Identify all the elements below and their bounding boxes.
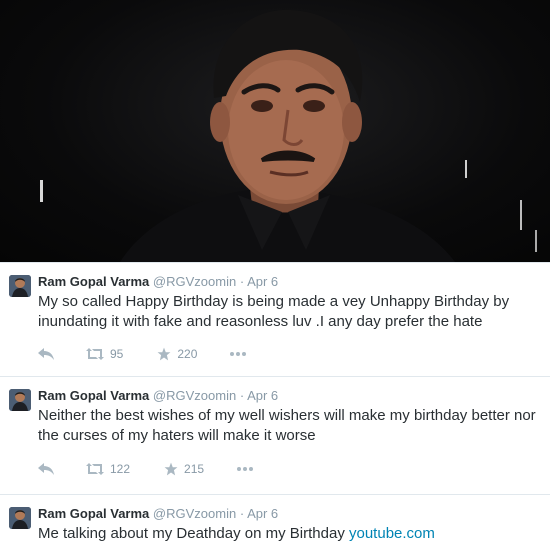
- favorite-button[interactable]: 215: [164, 462, 204, 476]
- author-handle[interactable]: @RGVzoomin: [153, 506, 236, 521]
- separator: ·: [239, 274, 245, 289]
- separator: ·: [239, 388, 245, 403]
- retweet-button[interactable]: 122: [86, 462, 130, 476]
- header-photo: [0, 0, 550, 262]
- tweet-2[interactable]: Ram Gopal Varma @RGVzoomin · Apr 6 Neith…: [0, 376, 550, 492]
- tweet-date[interactable]: Apr 6: [247, 388, 278, 403]
- youtube-link[interactable]: youtube.com: [349, 525, 435, 542]
- star-icon: [164, 462, 178, 476]
- favorite-count: 220: [177, 347, 198, 361]
- favorite-button[interactable]: 220: [157, 347, 197, 361]
- portrait-illustration: [40, 9, 537, 262]
- favorite-count: 215: [184, 462, 205, 476]
- tweet-header: Ram Gopal Varma @RGVzoomin · Apr 6: [38, 506, 278, 521]
- tweet-1[interactable]: Ram Gopal Varma @RGVzoomin · Apr 6 My so…: [0, 262, 550, 374]
- tweet-header: Ram Gopal Varma @RGVzoomin · Apr 6: [38, 274, 278, 289]
- tweet-text: Neither the best wishes of my well wishe…: [38, 407, 536, 444]
- avatar[interactable]: [9, 275, 31, 297]
- tweet-text: Me talking about my Deathday on my Birth…: [38, 525, 345, 542]
- tweet-actions: 122 215: [38, 461, 254, 477]
- avatar[interactable]: [9, 389, 31, 411]
- reply-arrow-icon: [38, 348, 54, 360]
- more-button[interactable]: [236, 466, 254, 472]
- more-button[interactable]: [229, 351, 247, 357]
- author-handle[interactable]: @RGVzoomin: [153, 274, 236, 289]
- reply-button[interactable]: [38, 463, 54, 475]
- tweet-actions: 95 220: [38, 346, 247, 362]
- tweet-date[interactable]: Apr 6: [247, 506, 278, 521]
- tweet-date[interactable]: Apr 6: [247, 274, 278, 289]
- more-dots-icon: [230, 352, 247, 356]
- retweet-icon: [86, 348, 104, 360]
- author-handle[interactable]: @RGVzoomin: [153, 388, 236, 403]
- tweet-text: My so called Happy Birthday is being mad…: [38, 293, 510, 330]
- retweet-icon: [86, 463, 104, 475]
- tweet-header: Ram Gopal Varma @RGVzoomin · Apr 6: [38, 388, 278, 403]
- retweet-button[interactable]: 95: [86, 347, 123, 361]
- author-name[interactable]: Ram Gopal Varma: [38, 274, 149, 289]
- more-dots-icon: [237, 467, 254, 471]
- retweet-count: 95: [110, 347, 124, 361]
- reply-arrow-icon: [38, 463, 54, 475]
- star-icon: [157, 347, 171, 361]
- author-name[interactable]: Ram Gopal Varma: [38, 506, 149, 521]
- author-name[interactable]: Ram Gopal Varma: [38, 388, 149, 403]
- tweet-3[interactable]: Ram Gopal Varma @RGVzoomin · Apr 6 Me ta…: [0, 494, 550, 550]
- avatar[interactable]: [9, 507, 31, 529]
- tweet-text-container: Me talking about my Deathday on my Birth…: [38, 524, 544, 544]
- separator: ·: [239, 506, 245, 521]
- retweet-count: 122: [110, 462, 131, 476]
- reply-button[interactable]: [38, 348, 54, 360]
